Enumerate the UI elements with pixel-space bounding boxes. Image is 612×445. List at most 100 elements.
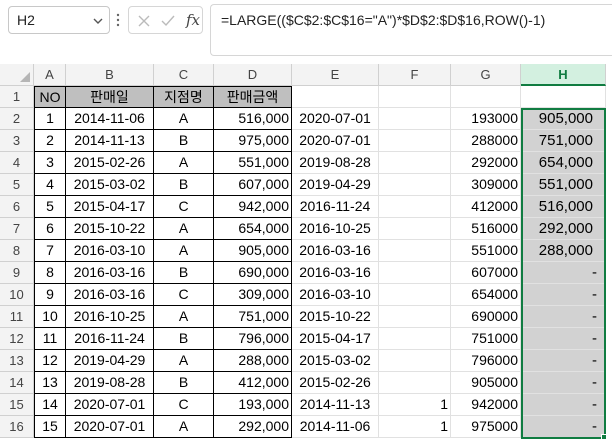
cell-g-4[interactable]: 292000	[451, 152, 521, 174]
cell-d-12[interactable]: 796,000	[214, 328, 292, 350]
cell-f-3[interactable]	[379, 130, 451, 152]
close-icon[interactable]	[136, 13, 152, 29]
cell-d-5[interactable]: 607,000	[214, 174, 292, 196]
cell-h-6[interactable]: 516,000	[521, 196, 606, 218]
cell-e-3[interactable]: 2020-07-01	[292, 130, 379, 152]
column-header-g[interactable]: G	[451, 64, 521, 86]
cell-g-16[interactable]: 975000	[451, 416, 521, 438]
row-header-12[interactable]: 12	[0, 328, 34, 350]
cell-f-11[interactable]	[379, 306, 451, 328]
cell-c-10[interactable]: C	[154, 284, 214, 306]
cell-c-6[interactable]: C	[154, 196, 214, 218]
chevron-down-icon[interactable]	[93, 16, 103, 26]
cell-d-16[interactable]: 292,000	[214, 416, 292, 438]
more-options-icon[interactable]	[116, 12, 120, 28]
cell-h-5[interactable]: 551,000	[521, 174, 606, 196]
cell-a-12[interactable]: 11	[34, 328, 66, 350]
cell-h-12[interactable]: -	[521, 328, 606, 350]
cell-c-12[interactable]: B	[154, 328, 214, 350]
cell-f-7[interactable]	[379, 218, 451, 240]
cell-h-13[interactable]: -	[521, 350, 606, 372]
cell-d-11[interactable]: 751,000	[214, 306, 292, 328]
cell-g-13[interactable]: 796000	[451, 350, 521, 372]
cell-e-4[interactable]: 2019-08-28	[292, 152, 379, 174]
column-header-d[interactable]: D	[214, 64, 292, 86]
cell-e-8[interactable]: 2016-03-16	[292, 240, 379, 262]
select-all-button[interactable]	[0, 64, 34, 86]
cell-a-3[interactable]: 2	[34, 130, 66, 152]
cell-g-3[interactable]: 288000	[451, 130, 521, 152]
cell-a-16[interactable]: 15	[34, 416, 66, 438]
cell-a-7[interactable]: 6	[34, 218, 66, 240]
insert-function-button[interactable]: fx	[186, 11, 200, 29]
cell-d-15[interactable]: 193,000	[214, 394, 292, 416]
check-icon[interactable]	[160, 13, 176, 29]
cell-c-8[interactable]: A	[154, 240, 214, 262]
cell-a-13[interactable]: 12	[34, 350, 66, 372]
empty-cell[interactable]	[451, 86, 521, 108]
cell-h-10[interactable]: -	[521, 284, 606, 306]
cell-e-7[interactable]: 2016-10-25	[292, 218, 379, 240]
row-header-14[interactable]: 14	[0, 372, 34, 394]
cell-c-15[interactable]: C	[154, 394, 214, 416]
row-header-15[interactable]: 15	[0, 394, 34, 416]
cell-f-9[interactable]	[379, 262, 451, 284]
column-header-f[interactable]: F	[379, 64, 451, 86]
cell-b-12[interactable]: 2016-11-24	[66, 328, 154, 350]
row-header-13[interactable]: 13	[0, 350, 34, 372]
cell-a-2[interactable]: 1	[34, 108, 66, 130]
cell-h-14[interactable]: -	[521, 372, 606, 394]
cell-b-10[interactable]: 2016-03-16	[66, 284, 154, 306]
cell-c-3[interactable]: B	[154, 130, 214, 152]
cell-f-8[interactable]	[379, 240, 451, 262]
table-header-cell[interactable]: 지점명	[154, 86, 214, 108]
column-header-h[interactable]: H	[521, 64, 606, 86]
cell-f-14[interactable]	[379, 372, 451, 394]
cell-e-11[interactable]: 2015-10-22	[292, 306, 379, 328]
row-header-11[interactable]: 11	[0, 306, 34, 328]
row-header-5[interactable]: 5	[0, 174, 34, 196]
cell-c-14[interactable]: B	[154, 372, 214, 394]
cell-d-2[interactable]: 516,000	[214, 108, 292, 130]
cell-b-2[interactable]: 2014-11-06	[66, 108, 154, 130]
cell-d-3[interactable]: 975,000	[214, 130, 292, 152]
column-header-c[interactable]: C	[154, 64, 214, 86]
cell-b-11[interactable]: 2016-10-25	[66, 306, 154, 328]
cell-a-4[interactable]: 3	[34, 152, 66, 174]
table-header-cell[interactable]: NO	[34, 86, 66, 108]
cell-d-9[interactable]: 690,000	[214, 262, 292, 284]
cell-b-7[interactable]: 2015-10-22	[66, 218, 154, 240]
cell-d-4[interactable]: 551,000	[214, 152, 292, 174]
cell-g-5[interactable]: 309000	[451, 174, 521, 196]
cell-g-2[interactable]: 193000	[451, 108, 521, 130]
cell-a-10[interactable]: 9	[34, 284, 66, 306]
cell-c-7[interactable]: A	[154, 218, 214, 240]
cell-h-2[interactable]: 905,000	[521, 108, 606, 130]
cell-c-16[interactable]: A	[154, 416, 214, 438]
cell-e-10[interactable]: 2016-03-10	[292, 284, 379, 306]
cell-a-11[interactable]: 10	[34, 306, 66, 328]
column-header-a[interactable]: A	[34, 64, 66, 86]
row-header-16[interactable]: 16	[0, 416, 34, 438]
cell-a-9[interactable]: 8	[34, 262, 66, 284]
cell-e-5[interactable]: 2019-04-29	[292, 174, 379, 196]
row-header-9[interactable]: 9	[0, 262, 34, 284]
cell-g-10[interactable]: 654000	[451, 284, 521, 306]
cell-h-11[interactable]: -	[521, 306, 606, 328]
cell-h-15[interactable]: -	[521, 394, 606, 416]
cell-a-8[interactable]: 7	[34, 240, 66, 262]
cell-f-16[interactable]: 1	[379, 416, 451, 438]
cell-h-16[interactable]: -	[521, 416, 606, 438]
cell-b-13[interactable]: 2019-04-29	[66, 350, 154, 372]
cell-b-4[interactable]: 2015-02-26	[66, 152, 154, 174]
cell-c-4[interactable]: A	[154, 152, 214, 174]
cell-a-14[interactable]: 13	[34, 372, 66, 394]
cell-b-15[interactable]: 2020-07-01	[66, 394, 154, 416]
name-box[interactable]: H2	[8, 6, 110, 34]
table-header-cell[interactable]: 판매일	[66, 86, 154, 108]
cell-f-4[interactable]	[379, 152, 451, 174]
cell-b-6[interactable]: 2015-04-17	[66, 196, 154, 218]
cell-f-10[interactable]	[379, 284, 451, 306]
cell-d-13[interactable]: 288,000	[214, 350, 292, 372]
cell-b-8[interactable]: 2016-03-10	[66, 240, 154, 262]
